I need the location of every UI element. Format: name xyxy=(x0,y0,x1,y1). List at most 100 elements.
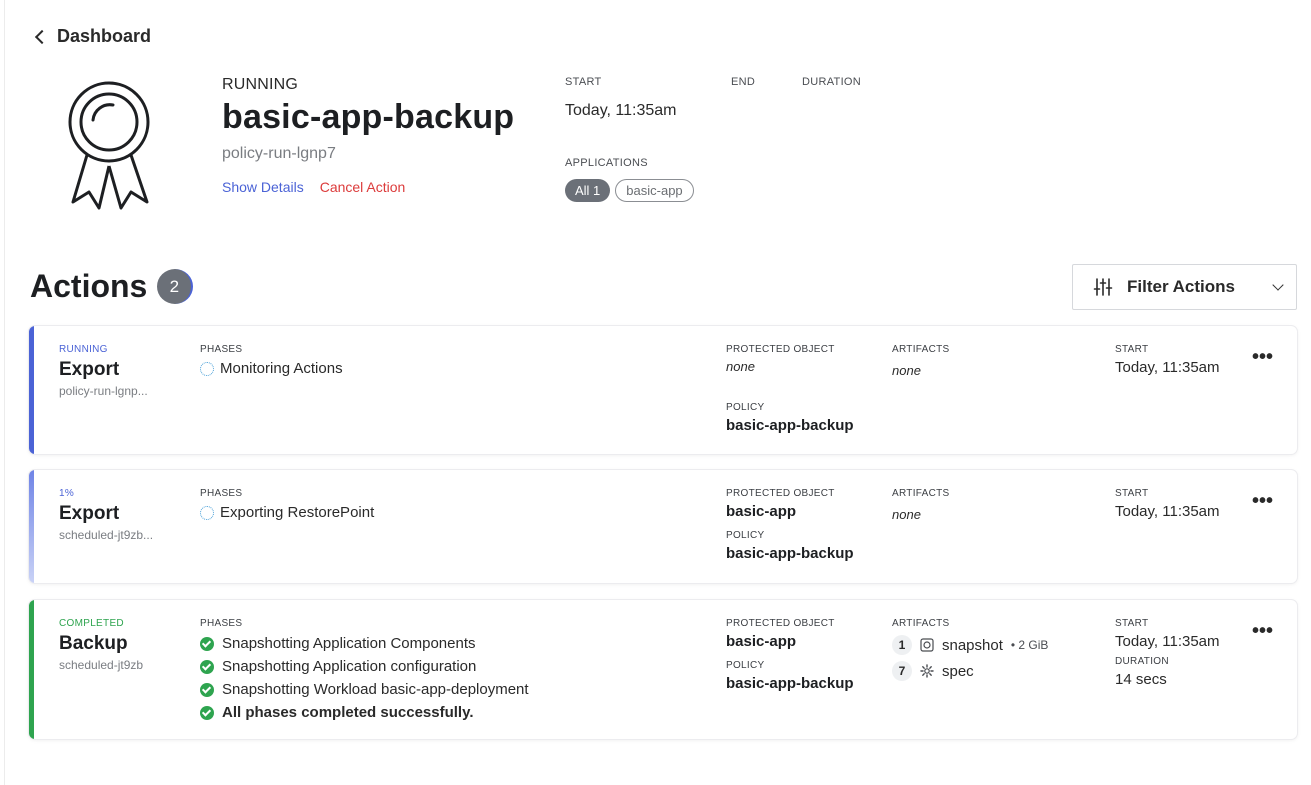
filter-actions-label: Filter Actions xyxy=(1127,277,1235,296)
artifact-item-spec[interactable]: 7 spec xyxy=(892,661,1048,681)
phase-text: Snapshotting Application Components xyxy=(222,635,476,652)
phase-item: Monitoring Actions xyxy=(200,360,343,377)
action-progress: 1% xyxy=(59,488,75,499)
run-name: basic-app-backup xyxy=(222,98,515,136)
more-options-icon[interactable]: ••• xyxy=(1252,620,1273,643)
run-links: Show Details Cancel Action xyxy=(222,179,514,195)
chip-all[interactable]: All 1 xyxy=(565,179,611,202)
protected-object-column: PROTECTED OBJECT basic-app POLICY basic-… xyxy=(726,618,854,692)
start-column: START Today, 11:35am xyxy=(1115,488,1220,520)
end-label: END xyxy=(731,76,756,88)
start-column: START Today, 11:35am DURATION 14 secs xyxy=(1115,618,1220,688)
action-subtitle: policy-run-lgnp... xyxy=(59,384,148,398)
policy-label: POLICY xyxy=(726,530,765,541)
artifact-item-snapshot[interactable]: 1 snapshot • 2 GiB xyxy=(892,635,1048,655)
more-options-icon[interactable]: ••• xyxy=(1252,346,1273,369)
policy-value: basic-app-backup xyxy=(726,417,854,434)
back-label: Dashboard xyxy=(57,26,152,46)
phase-item: Snapshotting Application configuration xyxy=(200,658,529,675)
action-title: Export xyxy=(59,359,120,380)
start-value: Today, 11:35am xyxy=(1115,359,1220,376)
cancel-action-link[interactable]: Cancel Action xyxy=(320,179,406,195)
phases-label: PHASES xyxy=(200,618,243,629)
artifacts-value: none xyxy=(892,363,921,378)
sliders-icon xyxy=(1093,278,1113,296)
duration-label: DURATION xyxy=(1115,656,1169,667)
progress-stripe xyxy=(29,470,34,583)
artifact-size: • 2 GiB xyxy=(1010,638,1049,652)
phase-text: Snapshotting Application configuration xyxy=(222,658,477,675)
back-to-dashboard-link[interactable]: Dashboard xyxy=(33,26,151,47)
filter-actions-button[interactable]: Filter Actions xyxy=(1072,264,1297,310)
protected-object-value: basic-app xyxy=(726,633,797,650)
applications-meta: APPLICATIONS All 1 basic-app xyxy=(565,157,694,202)
phase-text: All phases completed successfully. xyxy=(222,704,474,721)
action-summary: RUNNING Export policy-run-lgnp... xyxy=(59,344,159,398)
policy-label: POLICY xyxy=(726,660,765,671)
spinner-icon xyxy=(200,361,214,376)
artifacts-label: ARTIFACTS xyxy=(892,618,950,629)
chevron-down-icon xyxy=(1272,279,1284,291)
start-value: Today, 11:35am xyxy=(565,102,677,119)
start-value: Today, 11:35am xyxy=(1115,503,1220,520)
phases-column: PHASES Snapshotting Application Componen… xyxy=(200,618,529,721)
artifacts-column: ARTIFACTS none xyxy=(892,344,950,378)
start-label: START xyxy=(1115,618,1149,629)
show-details-link[interactable]: Show Details xyxy=(222,179,304,195)
phase-text: Exporting RestorePoint xyxy=(220,504,375,521)
start-meta: START Today, 11:35am xyxy=(565,76,676,120)
start-column: START Today, 11:35am xyxy=(1115,344,1220,376)
policy-value: basic-app-backup xyxy=(726,545,854,562)
action-card-export-running[interactable]: RUNNING Export policy-run-lgnp... PHASES… xyxy=(29,326,1297,454)
chip-basic-app[interactable]: basic-app xyxy=(615,179,694,202)
run-header: RUNNING basic-app-backup policy-run-lgnp… xyxy=(222,76,514,195)
action-title: Export xyxy=(59,503,120,524)
policy-run-page: Dashboard RUNNING basic-app-backup polic… xyxy=(4,0,1311,785)
action-card-export-progress[interactable]: 1% Export scheduled-jt9zb... PHASES Expo… xyxy=(29,470,1297,583)
spinner-icon xyxy=(200,505,214,520)
action-card-backup-completed[interactable]: COMPLETED Backup scheduled-jt9zb PHASES … xyxy=(29,600,1297,739)
check-circle-icon xyxy=(200,659,214,674)
protected-object-value: basic-app xyxy=(726,503,797,520)
phases-label: PHASES xyxy=(200,344,243,355)
start-label: START xyxy=(565,76,602,88)
phase-item: Snapshotting Application Components xyxy=(200,635,529,652)
policy-value: basic-app-backup xyxy=(726,675,854,692)
action-summary: COMPLETED Backup scheduled-jt9zb xyxy=(59,618,159,672)
chevron-left-icon xyxy=(34,29,50,44)
snapshot-icon xyxy=(920,638,934,652)
start-label: START xyxy=(1115,488,1149,499)
start-label: START xyxy=(1115,344,1149,355)
duration-meta: DURATION xyxy=(802,76,861,88)
artifact-name: spec xyxy=(942,662,974,680)
protected-object-label: PROTECTED OBJECT xyxy=(726,488,835,499)
actions-title: Actions xyxy=(30,268,148,304)
run-id: policy-run-lgnp7 xyxy=(222,145,336,162)
action-status: RUNNING xyxy=(59,344,108,355)
action-title: Backup xyxy=(59,633,128,654)
check-circle-icon xyxy=(200,705,214,720)
protected-object-label: PROTECTED OBJECT xyxy=(726,344,835,355)
artifact-name: snapshot xyxy=(942,636,1003,654)
policy-label: POLICY xyxy=(726,402,765,413)
phases-label: PHASES xyxy=(200,488,243,499)
actions-count-badge: 2 xyxy=(157,269,194,304)
phases-column: PHASES Monitoring Actions xyxy=(200,344,343,377)
action-subtitle: scheduled-jt9zb xyxy=(59,658,144,672)
award-ribbon-icon xyxy=(68,81,150,210)
start-value: Today, 11:35am xyxy=(1115,633,1220,650)
phase-text: Monitoring Actions xyxy=(220,360,343,377)
artifacts-value: none xyxy=(892,507,921,522)
duration-value: 14 secs xyxy=(1115,671,1167,688)
action-summary: 1% Export scheduled-jt9zb... xyxy=(59,488,159,542)
status-stripe xyxy=(29,326,34,454)
phases-column: PHASES Exporting RestorePoint xyxy=(200,488,374,521)
artifact-count: 7 xyxy=(892,661,912,681)
check-circle-icon xyxy=(200,682,214,697)
duration-label: DURATION xyxy=(802,76,862,88)
application-chips: All 1 basic-app xyxy=(565,179,694,202)
artifacts-label: ARTIFACTS xyxy=(892,488,950,499)
actions-heading: Actions 2 xyxy=(30,268,194,305)
end-meta: END xyxy=(731,76,755,88)
more-options-icon[interactable]: ••• xyxy=(1252,490,1273,513)
